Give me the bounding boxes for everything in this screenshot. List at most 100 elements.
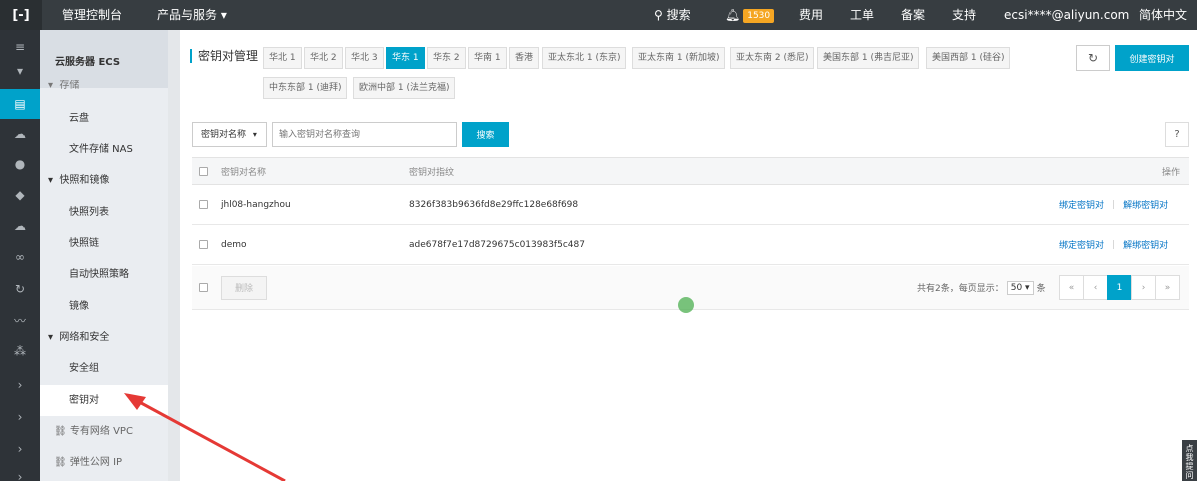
region-tab[interactable]: 欧洲中部 1 (法兰克福) (353, 77, 456, 99)
bind-keypair-link[interactable]: 绑定密钥对 (1059, 198, 1104, 211)
subnav-item-snapshot-list[interactable]: 快照列表 (40, 197, 168, 228)
region-tab[interactable]: 美国西部 1 (硅谷) (926, 47, 1011, 69)
expand-icon[interactable]: › (0, 370, 40, 400)
account-menu[interactable]: ecsi****@aliyun.com (1004, 0, 1129, 30)
cloud-outline-icon[interactable]: ☁ (0, 211, 40, 241)
region-tab[interactable]: 美国东部 1 (弗吉尼亚) (817, 47, 920, 69)
region-tab-active[interactable]: 华东 1 (386, 47, 425, 69)
keypair-name: demo (221, 239, 247, 250)
page-size-select[interactable]: 50 ▾ (1006, 280, 1034, 295)
region-tab[interactable]: 华北 2 (304, 47, 343, 69)
shield-icon[interactable]: ◆ (0, 180, 40, 210)
pagination-summary: 共有2条，每页显示： 50 ▾ 条 (917, 280, 1046, 295)
subnav-item-images[interactable]: 镜像 (40, 291, 168, 322)
aliyun-logo-icon[interactable]: [-] (0, 0, 42, 30)
support-link[interactable]: 支持 (952, 0, 976, 30)
divider: | (1112, 199, 1116, 210)
ticket-link[interactable]: 工单 (850, 0, 874, 30)
database-icon[interactable]: ● (0, 149, 40, 179)
search-field-select[interactable]: 密钥对名称 ▾ (192, 122, 267, 147)
subnav-link-eip[interactable]: ⛓ 弹性公网 IP (40, 447, 168, 478)
subnav-item-disks[interactable]: 云盘 (40, 103, 168, 134)
console-link[interactable]: 管理控制台 (62, 0, 122, 30)
region-tab[interactable]: 亚太东南 2 (悉尼) (730, 47, 815, 69)
cloud-icon[interactable]: ☁ (0, 119, 40, 149)
divider: | (1112, 239, 1116, 250)
refresh-button[interactable]: ↻ (1076, 45, 1110, 71)
select-all-checkbox[interactable] (199, 158, 208, 184)
header-actions: 操作 (1162, 167, 1181, 178)
external-link-icon: ⛓ (54, 457, 67, 468)
expand-icon[interactable]: › (0, 434, 40, 464)
help-button[interactable]: ? (1165, 122, 1189, 147)
region-tab[interactable]: 华北 1 (263, 47, 302, 69)
create-keypair-button[interactable]: 创建密钥对 (1115, 45, 1189, 71)
search-link[interactable]: ⚲ 搜索 (654, 0, 691, 30)
region-tab[interactable]: 亚太东北 1 (东京) (542, 47, 627, 69)
notification-badge: 1530 (743, 8, 775, 23)
table-row: jhl08-hangzhou 8326f383b9636fd8e29ffc128… (192, 185, 1189, 225)
header-name: 密钥对名称 (221, 167, 267, 178)
network-icon[interactable]: ⁂ (0, 336, 40, 366)
chevron-down-icon[interactable]: ▾ (0, 56, 40, 86)
link-icon[interactable]: ∞ (0, 242, 40, 272)
keypair-fingerprint: 8326f383b9636fd8e29ffc128e68f698 (409, 199, 579, 210)
subnav-scrollbar[interactable] (168, 30, 180, 481)
subnav-item-auto-snapshot[interactable]: 自动快照策略 (40, 259, 168, 290)
main-content: 密钥对管理 华北 1 华北 2 华北 3 华东 1 华东 2 华南 1 香港 亚… (180, 30, 1197, 481)
unbind-keypair-link[interactable]: 解绑密钥对 (1123, 238, 1168, 251)
refresh-icon: ↻ (1087, 51, 1099, 65)
subnav-item-keypairs[interactable]: 密钥对 (40, 385, 168, 416)
search-button[interactable]: 搜索 (462, 122, 509, 147)
expand-icon[interactable]: › (0, 402, 40, 432)
subnav-item-nas[interactable]: 文件存储 NAS (40, 134, 168, 165)
region-tab[interactable]: 华北 3 (345, 47, 384, 69)
page-1-button[interactable]: 1 (1107, 275, 1132, 300)
region-tab[interactable]: 华东 2 (427, 47, 466, 69)
search-input[interactable] (272, 122, 457, 147)
table-header: 密钥对名称 密钥对指纹 操作 (192, 157, 1189, 185)
pagination: « ‹ 1 › » (1059, 275, 1180, 300)
region-tab[interactable]: 华南 1 (468, 47, 507, 69)
icp-link[interactable]: 备案 (901, 0, 925, 30)
unbind-keypair-link[interactable]: 解绑密钥对 (1123, 198, 1168, 211)
delete-button[interactable]: 删除 (221, 275, 267, 300)
bell-icon: 🔔︎ (725, 8, 741, 22)
keypair-fingerprint: ade678f7e17d8729675c013983f5c487 (409, 239, 585, 250)
external-link-icon: ⛓ (54, 426, 67, 437)
ecs-icon[interactable]: ▤ (0, 89, 40, 119)
bind-keypair-link[interactable]: 绑定密钥对 (1059, 238, 1104, 251)
analytics-icon[interactable]: 〰 (0, 305, 40, 335)
caret-down-icon: ▾ (48, 175, 54, 186)
first-page-button[interactable]: « (1059, 275, 1084, 300)
click-indicator (678, 297, 694, 313)
products-menu[interactable]: 产品与服务 ▾ (157, 0, 227, 30)
refresh-icon[interactable]: ↻ (0, 274, 40, 304)
footer-checkbox[interactable] (199, 266, 208, 309)
row-checkbox[interactable] (199, 225, 208, 264)
billing-link[interactable]: 费用 (799, 0, 823, 30)
region-tab[interactable]: 香港 (509, 47, 540, 69)
next-page-button[interactable]: › (1131, 275, 1156, 300)
prev-page-button[interactable]: ‹ (1083, 275, 1108, 300)
subnav-group-snapshots[interactable]: ▾ 快照和镜像 (40, 165, 168, 196)
row-checkbox[interactable] (199, 185, 208, 224)
table-row: demo ade678f7e17d8729675c013983f5c487 绑定… (192, 225, 1189, 265)
subnav-item-snapshot-chain[interactable]: 快照链 (40, 228, 168, 259)
ecs-subnav: 云服务器 ECS ▾ 存储 云盘 文件存储 NAS ▾ 快照和镜像 快照列表 快… (40, 30, 168, 481)
subnav-group-network[interactable]: ▾ 网络和安全 (40, 322, 168, 353)
header-fingerprint: 密钥对指纹 (409, 167, 455, 178)
notification-link[interactable]: 🔔︎ 1530 (725, 0, 775, 30)
language-menu[interactable]: 简体中文 (1139, 0, 1187, 30)
subnav-item-security-groups[interactable]: 安全组 (40, 353, 168, 384)
region-tab[interactable]: 中东东部 1 (迪拜) (263, 77, 348, 99)
feedback-button[interactable]: 点我提问 (1182, 440, 1197, 481)
expand-icon[interactable]: › (0, 462, 40, 492)
search-icon: ⚲ (654, 8, 663, 22)
last-page-button[interactable]: » (1155, 275, 1180, 300)
caret-down-icon: ▾ (48, 332, 54, 343)
region-tab[interactable]: 亚太东南 1 (新加坡) (632, 47, 726, 69)
subnav-link-vpc[interactable]: ⛓ 专有网络 VPC (40, 416, 168, 447)
caret-down-icon: ▾ (252, 130, 257, 139)
subnav-group-storage[interactable]: ▾ 存储 (40, 80, 168, 96)
